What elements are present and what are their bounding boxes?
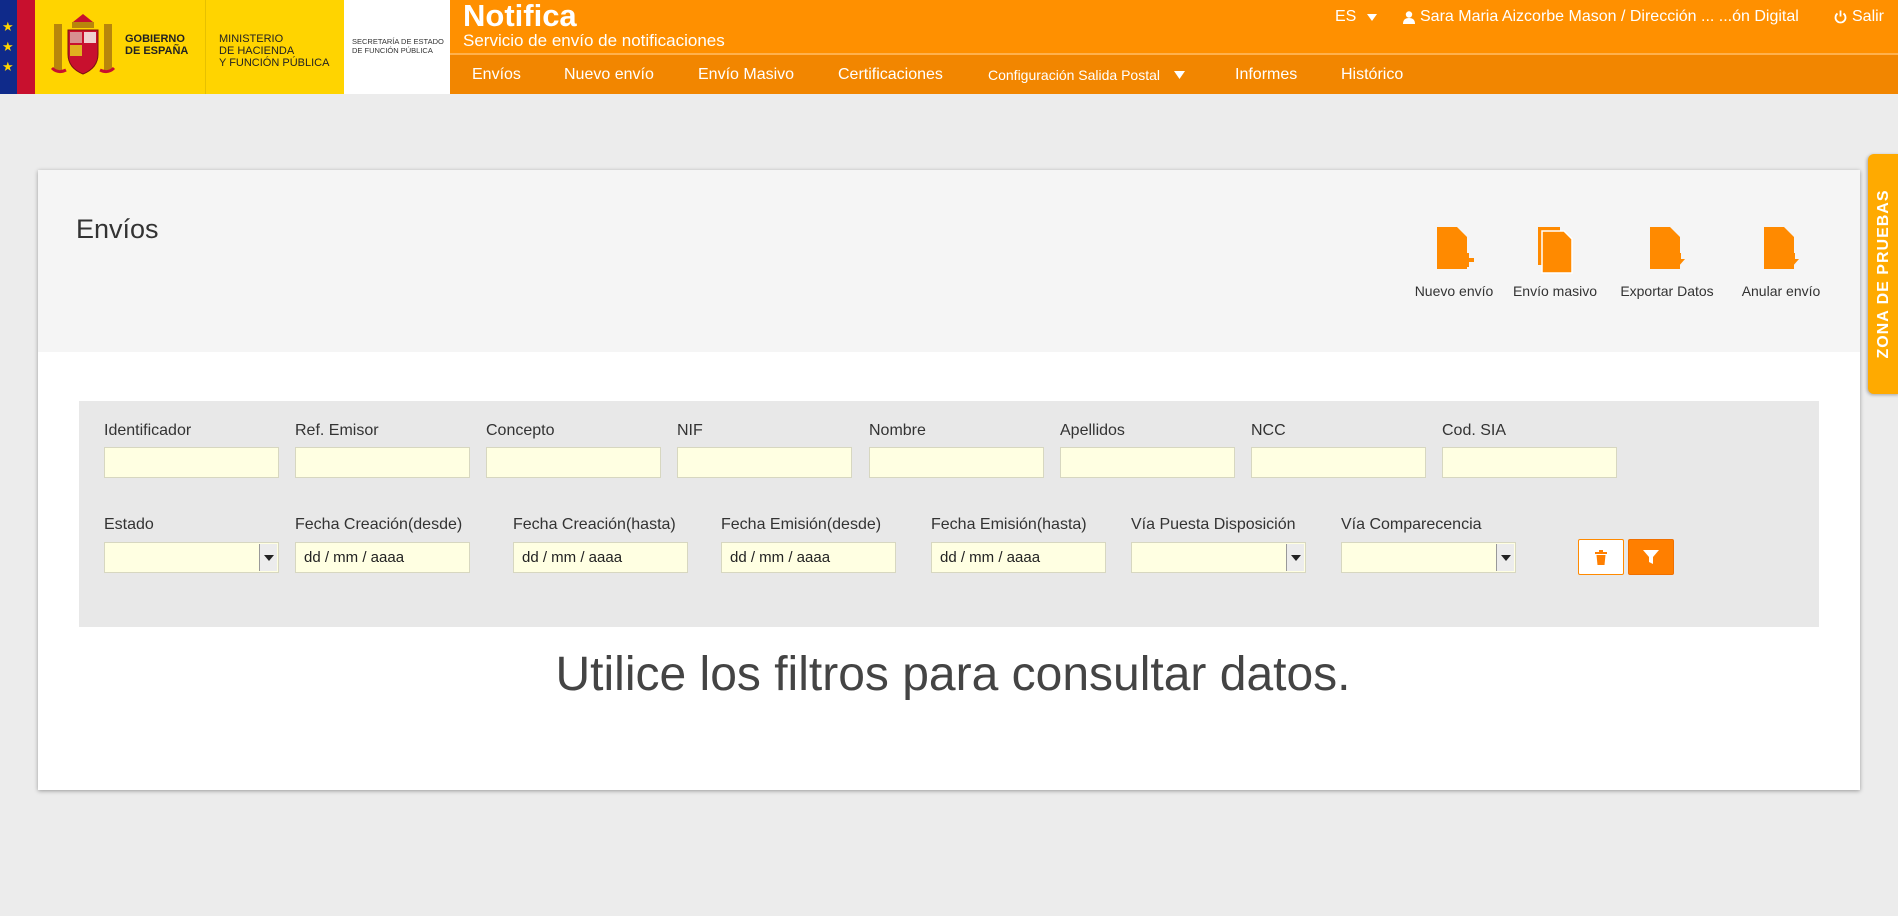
user-menu[interactable]: Sara Maria Aizcorbe Mason / Dirección ..… xyxy=(1403,8,1799,26)
nombre-label: Nombre xyxy=(869,422,926,439)
action-label: Nuevo envío xyxy=(1414,283,1494,299)
fecha-creacion-hasta-input[interactable]: dd / mm / aaaa xyxy=(513,542,688,573)
fecha-emision-desde-label: Fecha Emisión(desde) xyxy=(721,516,882,533)
spain-flag-strip xyxy=(17,0,35,94)
nav-item-informes[interactable]: Informes xyxy=(1235,66,1297,84)
fecha-emision-hasta-label: Fecha Emisión(hasta) xyxy=(931,516,1087,533)
apply-filters-button[interactable] xyxy=(1628,539,1674,575)
app-subtitle: Servicio de envío de notificaciones xyxy=(463,31,725,50)
fecha-creacion-hasta-label: Fecha Creación(hasta) xyxy=(513,516,676,533)
nombre-input[interactable] xyxy=(869,447,1044,478)
action-label: Exportar Datos xyxy=(1620,283,1714,299)
secretaria-logo: SECRETARÍA DE ESTADO DE FUNCIÓN PÚBLICA xyxy=(344,0,450,94)
language-selector[interactable]: ES xyxy=(1335,8,1378,26)
fecha-emision-desde-input[interactable]: dd / mm / aaaa xyxy=(721,542,896,573)
concepto-label: Concepto xyxy=(486,422,555,439)
power-icon xyxy=(1834,10,1847,24)
nav-item-configuracion-salida-postal[interactable]: Configuración Salida Postal xyxy=(988,67,1185,83)
nav-item-envio-masivo[interactable]: Envío Masivo xyxy=(698,66,794,84)
exportar-datos-action[interactable]: Exportar Datos xyxy=(1601,225,1733,299)
via-comparecencia-select[interactable] xyxy=(1341,542,1516,573)
apellidos-label: Apellidos xyxy=(1060,422,1125,439)
fecha-emision-hasta-input[interactable]: dd / mm / aaaa xyxy=(931,542,1106,573)
cod-sia-label: Cod. SIA xyxy=(1442,422,1507,439)
ncc-label: NCC xyxy=(1251,422,1286,439)
estado-select[interactable] xyxy=(104,542,279,573)
divider xyxy=(205,0,206,94)
anular-envio-action[interactable]: Anular envío xyxy=(1715,225,1847,299)
fecha-creacion-desde-input[interactable]: dd / mm / aaaa xyxy=(295,542,470,573)
language-label: ES xyxy=(1335,8,1357,25)
nif-input[interactable] xyxy=(677,447,852,478)
chevron-down-icon xyxy=(259,544,277,571)
cancel-document-icon xyxy=(1764,227,1799,269)
nav-item-historico[interactable]: Histórico xyxy=(1341,66,1403,84)
concepto-input[interactable] xyxy=(486,447,661,478)
side-tab-label: ZONA DE PRUEBAS xyxy=(1875,189,1892,359)
eu-flag-strip: ★ ★ ★ xyxy=(0,0,17,94)
fecha-creacion-desde-label: Fecha Creación(desde) xyxy=(295,516,463,533)
nif-label: NIF xyxy=(677,422,703,439)
chevron-down-icon xyxy=(1496,544,1514,571)
export-document-icon xyxy=(1650,227,1685,269)
new-document-icon xyxy=(1437,227,1474,269)
ministerio-text: MINISTERIO DE HACIENDA Y FUNCIÓN PÚBLICA xyxy=(219,33,330,69)
envios-card: Envíos Nuevo envío Envío masivo Exportar… xyxy=(38,170,1860,790)
ref-emisor-input[interactable] xyxy=(295,447,470,478)
clear-filters-button[interactable] xyxy=(1578,539,1624,575)
chevron-down-icon xyxy=(1286,544,1304,571)
user-icon xyxy=(1403,10,1415,24)
apellidos-input[interactable] xyxy=(1060,447,1235,478)
app-title: Notifica xyxy=(463,0,577,33)
estado-label: Estado xyxy=(104,516,154,533)
action-label: Envío masivo xyxy=(1512,283,1598,299)
identificador-input[interactable] xyxy=(104,447,279,478)
ncc-input[interactable] xyxy=(1251,447,1426,478)
empty-results-message: Utilice los filtros para consultar datos… xyxy=(555,648,1351,701)
user-name: Sara Maria Aizcorbe Mason / Dirección ..… xyxy=(1420,8,1799,25)
logout-link[interactable]: Salir xyxy=(1834,8,1884,26)
nav-item-envios[interactable]: Envíos xyxy=(472,66,521,84)
zona-de-pruebas-tab[interactable]: ZONA DE PRUEBAS xyxy=(1868,154,1898,394)
trash-icon xyxy=(1595,549,1607,565)
filter-icon xyxy=(1643,550,1659,564)
multiple-documents-icon xyxy=(1538,227,1573,274)
logout-label: Salir xyxy=(1852,8,1885,25)
cod-sia-input[interactable] xyxy=(1442,447,1617,478)
via-puesta-disposicion-label: Vía Puesta Disposición xyxy=(1131,516,1296,533)
government-logo-block: ★ ★ ★ GOBIERNO DE ESPAÑA MINISTERIO DE HACIE… xyxy=(0,0,450,94)
nav-item-certificaciones[interactable]: Certificaciones xyxy=(838,66,943,84)
caret-down-icon xyxy=(1367,13,1378,21)
action-label: Anular envío xyxy=(1741,283,1821,299)
filter-panel: Identificador Ref. Emisor Concepto NIF N… xyxy=(79,401,1819,627)
via-puesta-disposicion-select[interactable] xyxy=(1131,542,1306,573)
nav-item-nuevo-envio[interactable]: Nuevo envío xyxy=(564,66,654,84)
nav-item-label: Configuración Salida Postal xyxy=(988,67,1160,83)
via-comparecencia-label: Vía Comparecencia xyxy=(1341,516,1482,533)
caret-down-icon xyxy=(1174,71,1185,79)
ref-emisor-label: Ref. Emisor xyxy=(295,422,379,439)
gobierno-text: GOBIERNO DE ESPAÑA xyxy=(125,33,189,57)
page-title: Envíos xyxy=(76,214,159,244)
coat-of-arms-icon xyxy=(50,14,116,75)
identificador-label: Identificador xyxy=(104,422,192,439)
